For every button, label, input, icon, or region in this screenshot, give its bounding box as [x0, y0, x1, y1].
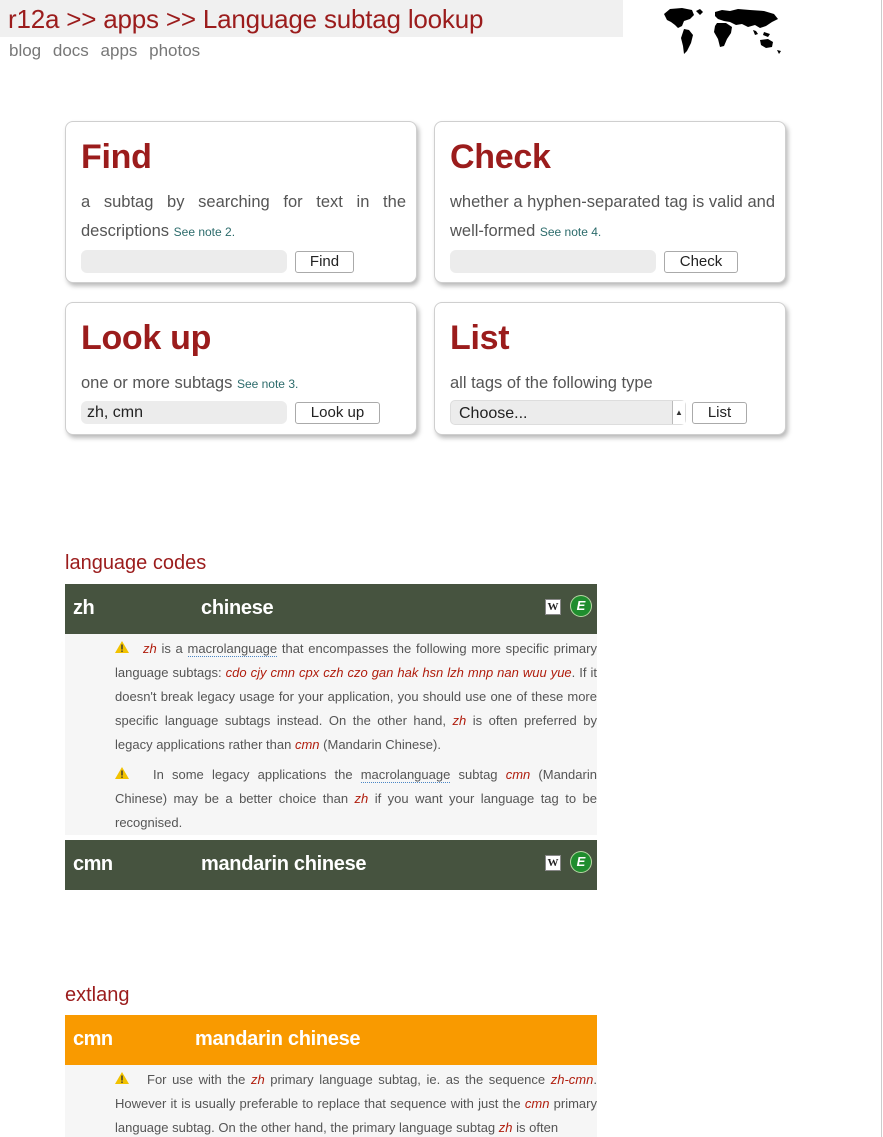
code-ref: cmn: [294, 737, 320, 752]
nav-link-photos[interactable]: photos: [149, 41, 200, 60]
nav-link-blog[interactable]: blog: [9, 41, 41, 60]
nav-link-apps[interactable]: apps: [101, 41, 138, 60]
note-text: primary language subtag, ie. as the sequ…: [270, 1072, 546, 1087]
window-edge: [881, 0, 882, 1137]
find-card: Find a subtag by searching for text in t…: [65, 121, 417, 283]
result-code[interactable]: cmn: [73, 853, 113, 876]
nav-link-docs[interactable]: docs: [53, 41, 89, 60]
zh-macrolanguage-note: zh is a macrolanguage that encompasses t…: [115, 637, 597, 757]
note-text: For use with the: [147, 1072, 246, 1087]
zh-legacy-note: In some legacy applications the macrolan…: [115, 763, 597, 835]
note-text: In some legacy applications the: [153, 767, 353, 782]
wikipedia-icon[interactable]: W: [545, 855, 561, 871]
result-bar-cmn: cmn mandarin chinese W E: [65, 840, 597, 890]
wikipedia-icon[interactable]: W: [545, 599, 561, 615]
page-title[interactable]: r12a >> apps >> Language subtag lookup: [8, 4, 483, 35]
extlang-info-box: For use with the zh primary language sub…: [65, 1065, 597, 1137]
code-ref: zh-cmn: [550, 1072, 594, 1087]
code-ref: zh: [498, 1120, 513, 1135]
site-nav: blog docs apps photos: [9, 41, 207, 61]
check-description: whether a hyphen-separated tag is valid …: [450, 188, 775, 247]
list-button[interactable]: List: [692, 402, 747, 424]
note-text: subtag: [458, 767, 498, 782]
lookup-note-link[interactable]: See note 3.: [237, 377, 298, 391]
result-code[interactable]: zh: [73, 597, 95, 620]
check-tag-input[interactable]: [450, 250, 656, 273]
code-ref: zh: [354, 791, 369, 806]
code-ref: zh: [250, 1072, 265, 1087]
find-desc-text: a subtag by searching for text in the de…: [81, 193, 406, 240]
check-card: Check whether a hyphen-separated tag is …: [434, 121, 786, 283]
subtag-list[interactable]: cdo cjy cmn cpx czh czo gan hak hsn lzh …: [226, 665, 572, 680]
lookup-subtags-input[interactable]: zh, cmn: [81, 401, 287, 424]
result-name: chinese: [201, 597, 274, 619]
section-title-extlang: extlang: [65, 984, 130, 1006]
code-ref: zh: [452, 713, 467, 728]
find-description: a subtag by searching for text in the de…: [81, 188, 406, 247]
ethnologue-icon[interactable]: E: [571, 852, 591, 872]
lookup-desc-text: one or more subtags: [81, 374, 233, 392]
section-title-language-codes: language codes: [65, 552, 207, 574]
chevron-down-icon[interactable]: ▲: [672, 401, 685, 424]
code-ref: cmn: [505, 767, 531, 782]
macrolanguage-link[interactable]: macrolanguage: [187, 641, 278, 657]
note-text: is a: [161, 641, 183, 656]
find-heading: Find: [81, 138, 152, 176]
list-select-value: Choose...: [459, 405, 528, 422]
check-heading: Check: [450, 138, 551, 176]
list-desc-text: all tags of the following type: [450, 374, 653, 392]
list-type-select[interactable]: Choose... ▲: [450, 400, 686, 425]
note-text: (Mandarin Chinese).: [323, 737, 441, 752]
lookup-description: one or more subtags See note 3.: [81, 369, 406, 399]
lookup-button[interactable]: Look up: [295, 402, 380, 424]
list-description: all tags of the following type: [450, 369, 775, 398]
note-text: is often: [516, 1120, 559, 1135]
result-name: mandarin chinese: [195, 1028, 361, 1050]
world-map-logo[interactable]: [660, 6, 794, 58]
result-bar-extlang-cmn: cmn mandarin chinese: [65, 1015, 597, 1065]
code-ref: zh: [143, 641, 157, 656]
zh-info-box: zh is a macrolanguage that encompasses t…: [65, 634, 597, 835]
result-code[interactable]: cmn: [73, 1028, 113, 1051]
find-search-input[interactable]: [81, 250, 287, 273]
check-desc-text: whether a hyphen-separated tag is valid …: [450, 193, 775, 240]
lookup-heading: Look up: [81, 319, 212, 357]
result-name: mandarin chinese: [201, 853, 367, 875]
ethnologue-icon[interactable]: E: [571, 596, 591, 616]
result-bar-zh: zh chinese W E: [65, 584, 597, 634]
list-heading: List: [450, 319, 510, 357]
extlang-note: For use with the zh primary language sub…: [115, 1068, 597, 1137]
code-ref: cmn: [524, 1096, 550, 1111]
find-button[interactable]: Find: [295, 251, 354, 273]
find-note-link[interactable]: See note 2.: [174, 225, 235, 239]
lookup-card: Look up one or more subtags See note 3. …: [65, 302, 417, 435]
macrolanguage-link[interactable]: macrolanguage: [360, 767, 451, 783]
check-note-link[interactable]: See note 4.: [540, 225, 601, 239]
check-button[interactable]: Check: [664, 251, 738, 273]
list-card: List all tags of the following type Choo…: [434, 302, 786, 435]
